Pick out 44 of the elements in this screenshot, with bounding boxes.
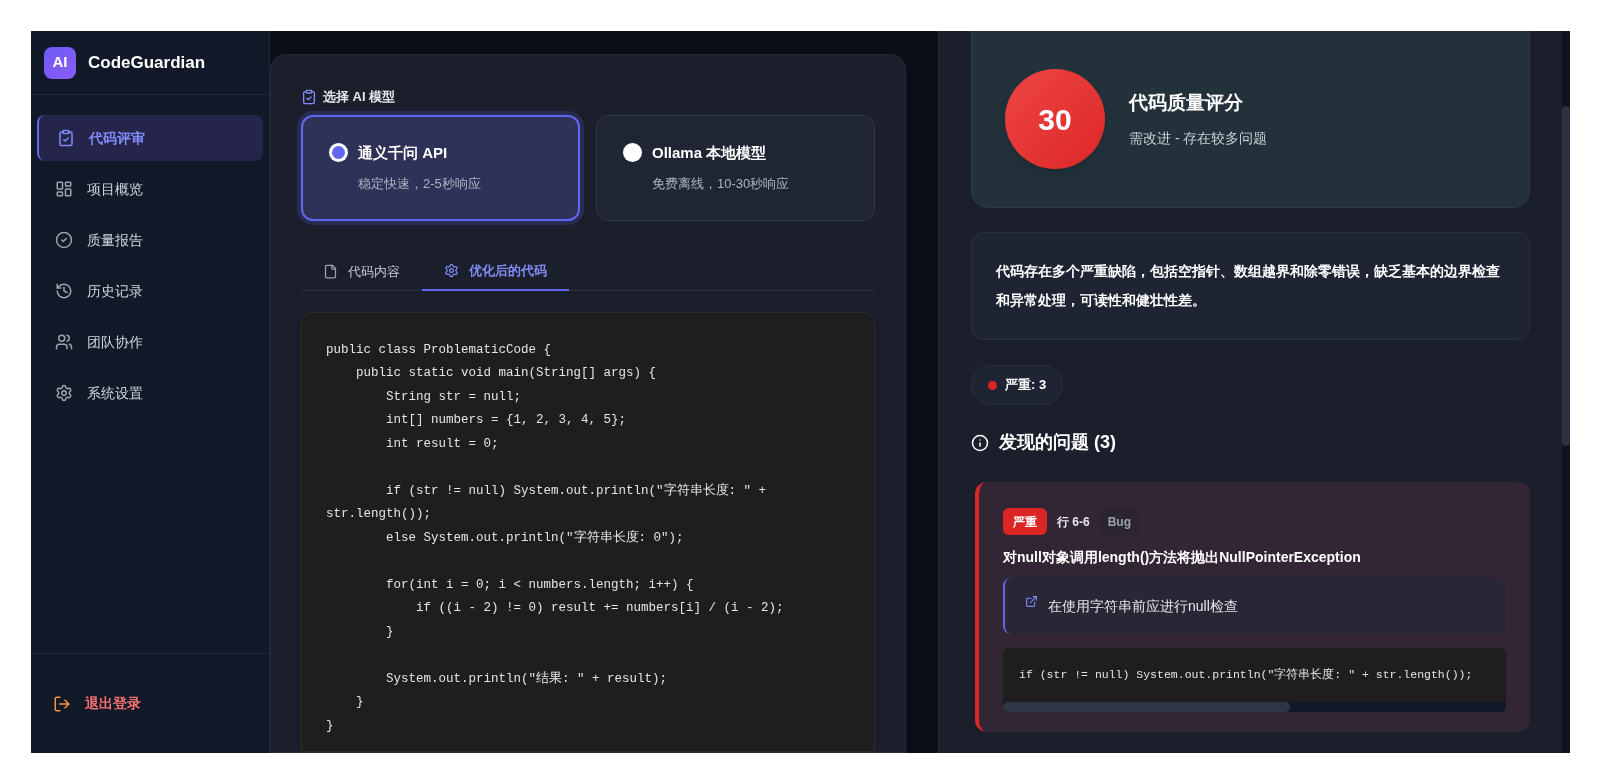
users-icon (55, 333, 73, 351)
model-name: Ollama 本地模型 (652, 142, 767, 163)
nav-item[interactable]: 系统设置 (37, 370, 263, 416)
nav-item[interactable]: 代码评审 (37, 115, 263, 161)
nav-item[interactable]: 质量报告 (37, 217, 263, 263)
dashboard-icon (55, 180, 73, 198)
score-title: 代码质量评分 (1129, 91, 1244, 116)
score-subtitle: 需改进 - 存在较多问题 (1129, 128, 1268, 148)
app-name: CodeGuardian (88, 51, 206, 74)
tab[interactable]: 优化后的代码 (422, 252, 569, 291)
clipboard-icon (57, 129, 75, 147)
nav-item[interactable]: 团队协作 (37, 319, 263, 365)
line-range: 行 6-6 (1057, 513, 1090, 531)
issue-type-tag: Bug (1099, 508, 1139, 535)
code-snippet: if (str != null) System.out.println("字符串长度: " + str.length()); (1019, 667, 1473, 684)
nav-item[interactable]: 历史记录 (37, 268, 263, 314)
code-text: public class ProblematicCode { public static void main(String[] args) { String str = null; int[] numbers = {1, 2, 3, 4, 5}; int result = 0; if (str != null) System.out.println("字符串长度: " + str.length()); else System.out.println("字符串长度: 0"); for(int i = 0; i < numbers.length; i++) { if ((i - 2) != 0) result += numbers[i] / (i - 2); } System.out.println("结果: " + result); } } (326, 341, 785, 735)
severity-count: 严重: 3 (1005, 376, 1047, 395)
logout-button[interactable]: 退出登录 (53, 693, 141, 714)
logo-badge: AI (44, 46, 76, 79)
logout-icon (53, 694, 71, 713)
clipboard-icon (301, 88, 317, 105)
issue-title: 对null对象调用length()方法将抛出NullPointerException (1003, 548, 1362, 567)
model-option[interactable]: 通义千问 API 稳定快速，2-5秒响应 (301, 114, 580, 221)
settings-icon (55, 384, 73, 402)
model-option[interactable]: Ollama 本地模型 免费离线，10-30秒响应 (596, 114, 875, 221)
suggestion-text: 在使用字符串前应进行null检查 (1048, 596, 1238, 616)
summary-text: 代码存在多个严重缺陷，包括空指针、数组越界和除零错误，缺乏基本的边界检查和异常处理，可读性和健壮性差。 (996, 262, 1501, 310)
check-circle-icon (55, 231, 73, 249)
external-link-icon (1025, 595, 1038, 608)
tab[interactable]: 代码内容 (301, 252, 422, 291)
model-description: 免费离线，10-30秒响应 (651, 175, 791, 193)
file-icon (323, 264, 338, 279)
nav-item[interactable]: 项目概览 (37, 166, 263, 212)
radio-button[interactable] (329, 143, 348, 163)
model-name: 通义千问 API (358, 142, 448, 163)
model-description: 稳定快速，2-5秒响应 (357, 175, 482, 193)
radio-button[interactable] (623, 143, 642, 163)
info-icon (971, 433, 989, 452)
section-title: 选择 AI 模型 (323, 88, 396, 106)
severity-badge: 严重 (1003, 508, 1047, 535)
issues-heading: 发现的问题 (3) (999, 431, 1116, 454)
history-icon (55, 282, 73, 300)
gear-icon (444, 263, 459, 278)
